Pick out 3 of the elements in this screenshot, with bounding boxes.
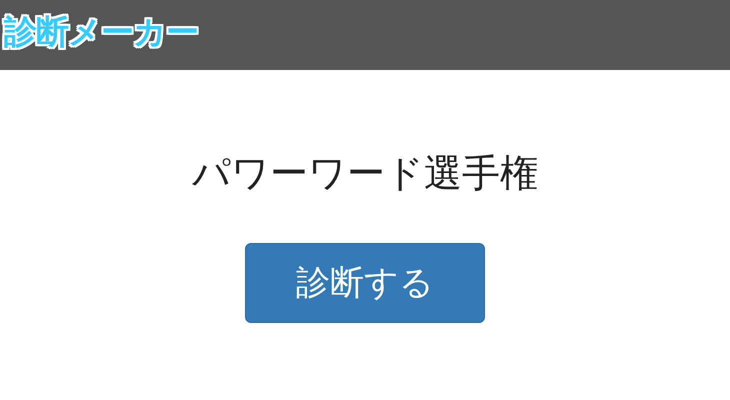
diagnose-button[interactable]: 診断する [245, 243, 485, 323]
page-title: パワーワード選手権 [192, 150, 538, 197]
site-logo[interactable]: 診断メーカー [4, 10, 198, 54]
